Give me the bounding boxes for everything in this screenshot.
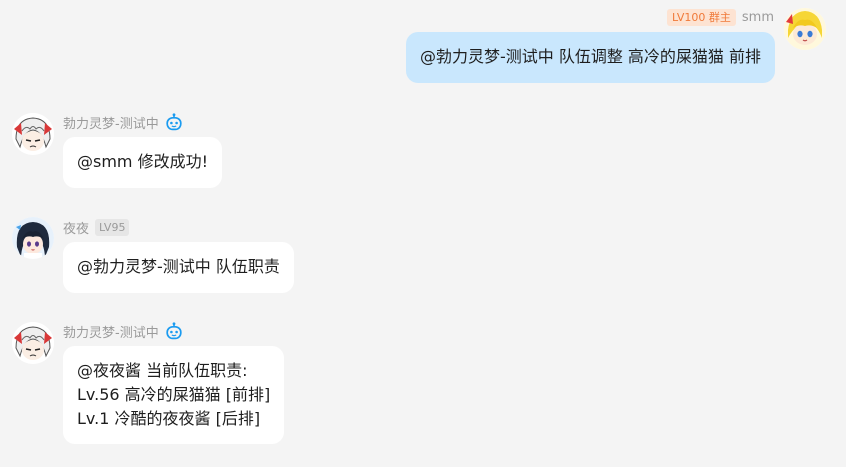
message-text: @勃力灵梦-测试中 队伍调整 高冷的屎猫猫 前排 [419,47,761,66]
message-line: @夜夜酱 当前队伍职责: [77,361,248,380]
sender-name: 勃力灵梦-测试中 [63,116,159,132]
sender-name: 勃力灵梦-测试中 [63,325,159,341]
avatar-bot[interactable] [12,113,54,155]
white-haired-anime-avatar-icon [12,322,54,364]
white-haired-anime-avatar-icon [12,113,54,155]
message-line: Lv.1 冷酷的夜夜酱 [后排] [77,409,261,428]
robot-icon [166,113,182,131]
sender-name: 夜夜 [63,221,90,237]
message-sender-meta: 夜夜 LV95 [63,217,130,237]
level-badge: LV95 [95,218,130,236]
avatar-yeye[interactable] [12,217,54,259]
message-sender-meta: 勃力灵梦-测试中 [63,112,183,132]
message-bubble[interactable]: @夜夜酱 当前队伍职责: Lv.56 高冷的屎猫猫 [前排] Lv.1 冷酷的夜… [63,346,285,444]
message-bubble[interactable]: @勃力灵梦-测试中 队伍调整 高冷的屎猫猫 前排 [405,32,775,83]
message-sender-meta: LV100 群主 smm [666,7,774,27]
level-owner-badge: LV100 群主 [666,8,736,26]
message-line: Lv.56 高冷的屎猫猫 [前排] [77,385,271,404]
message-text: @smm 修改成功! [77,152,209,171]
message-text: @勃力灵梦-测试中 队伍职责 [77,257,280,276]
avatar-bot[interactable] [12,322,54,364]
dark-haired-anime-avatar-icon [12,217,54,259]
avatar-smm[interactable] [784,8,826,50]
chat-window: LV100 群主 smm @勃力灵梦-测试中 队伍调整 高冷的屎猫猫 前排 勃力… [0,0,846,467]
yellow-haired-anime-avatar-icon [784,8,826,50]
message-sender-meta: 勃力灵梦-测试中 [63,321,183,341]
message-bubble[interactable]: @smm 修改成功! [63,137,223,188]
message-bubble[interactable]: @勃力灵梦-测试中 队伍职责 [63,242,294,293]
role-badge-text: 群主 [708,10,731,24]
robot-icon [166,322,182,340]
sender-name: smm [741,9,774,25]
level-badge-text: LV100 [671,10,706,24]
